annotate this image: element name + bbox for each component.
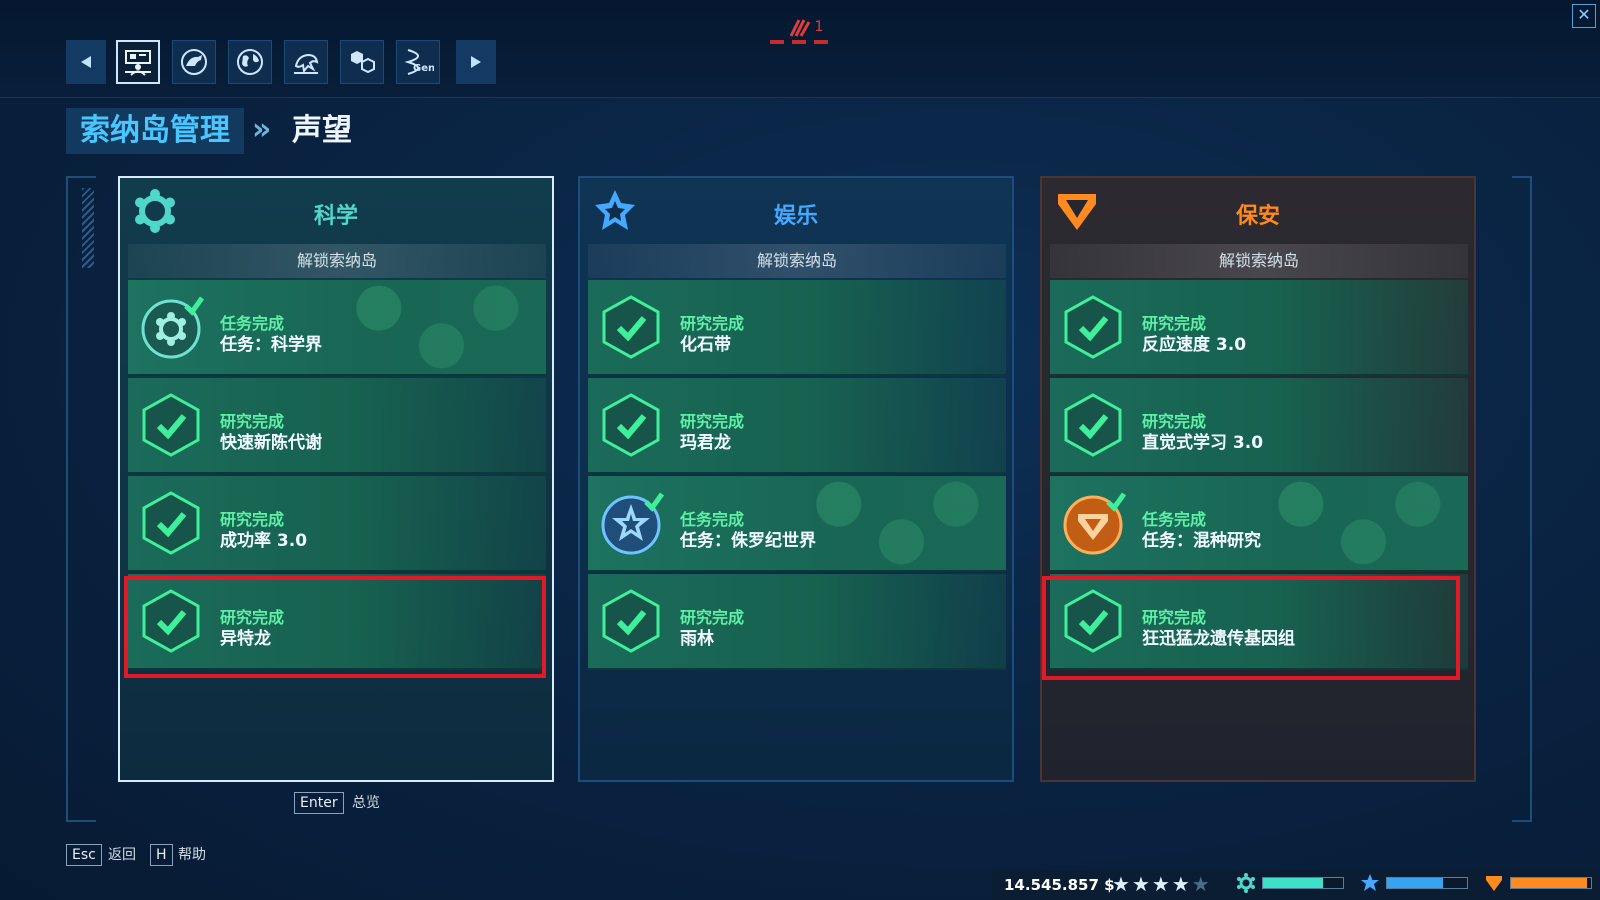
management-console-icon <box>125 50 151 76</box>
help-label[interactable]: 帮助 <box>178 844 206 866</box>
science-column[interactable]: 科学 解锁索纳岛 任务完成 任务：科学界 研究完成 快速新陈代谢 研究完成 成功… <box>118 176 554 782</box>
park-management-tab[interactable] <box>116 40 160 84</box>
entertainment-item-2[interactable]: 研究完成 玛君龙 <box>588 378 1006 474</box>
security-header: 保安 <box>1042 178 1474 244</box>
science-subtitle: 解锁索纳岛 <box>128 244 546 278</box>
entertainment-meter-icon <box>1361 874 1379 891</box>
science-item-1[interactable]: 任务完成 任务：科学界 <box>128 280 546 376</box>
item-name: 直觉式学习 3.0 <box>1142 433 1264 453</box>
next-tab-button[interactable] <box>456 40 496 84</box>
research-tab[interactable] <box>340 40 384 84</box>
item-name: 快速新陈代谢 <box>220 433 322 453</box>
right-frame <box>1512 176 1532 822</box>
science-meter-fill <box>1263 878 1323 888</box>
check-hexagon-icon <box>1064 295 1122 359</box>
security-mission-badge-icon <box>1063 492 1126 555</box>
dinosaur-tab[interactable] <box>172 40 216 84</box>
security-meter-fill <box>1511 878 1587 888</box>
entertainment-mission-badge-icon <box>601 492 664 555</box>
item-name: 任务：混种研究 <box>1142 531 1261 551</box>
security-meter <box>1510 877 1592 889</box>
check-hexagon-icon <box>602 295 660 359</box>
entertainment-item-3[interactable]: 任务完成 任务：侏罗纪世界 <box>588 476 1006 572</box>
item-name: 成功率 3.0 <box>220 531 308 551</box>
security-item-1[interactable]: 研究完成 反应速度 3.0 <box>1050 280 1468 376</box>
dinosaur-globe-icon <box>181 49 207 75</box>
entertainment-header: 娱乐 <box>580 178 1012 244</box>
park-rating: ★ ★ ★ ★ ★ <box>1112 872 1210 896</box>
security-item-3[interactable]: 任务完成 任务：混种研究 <box>1050 476 1468 572</box>
science-meter <box>1262 877 1344 889</box>
check-hexagon-icon <box>1064 393 1122 457</box>
globe-icon <box>237 49 263 75</box>
entertainment-subtitle: 解锁索纳岛 <box>588 244 1006 278</box>
entertainment-title: 娱乐 <box>773 204 818 229</box>
check-hexagon-icon <box>142 393 200 457</box>
science-meter-icon <box>1237 873 1255 893</box>
genome-tab[interactable]: Gen <box>396 40 440 84</box>
alert-underline <box>770 40 836 44</box>
breadcrumb-parent[interactable]: 索纳岛管理 <box>66 108 244 154</box>
science-header: 科学 <box>120 178 552 244</box>
item-name: 反应速度 3.0 <box>1142 335 1247 355</box>
breadcrumb-separator-icon: » <box>252 112 272 147</box>
science-title: 科学 <box>313 204 358 229</box>
security-column[interactable]: 保安 解锁索纳岛 研究完成 反应速度 3.0 研究完成 直觉式学习 3.0 任务… <box>1040 176 1476 782</box>
science-item-4[interactable]: 研究完成 异特龙 <box>128 574 546 670</box>
item-name: 任务：侏罗纪世界 <box>680 531 816 551</box>
help-key[interactable]: H <box>150 844 173 866</box>
money-display: 14.545.857 $ <box>1004 876 1115 894</box>
overview-label[interactable]: 总览 <box>352 792 380 814</box>
security-item-4[interactable]: 研究完成 狂迅猛龙遗传基因组 <box>1050 574 1468 670</box>
hexagons-icon <box>351 51 375 74</box>
esc-key[interactable]: Esc <box>66 844 102 866</box>
triangle-left-icon <box>81 56 91 68</box>
item-name: 雨林 <box>680 629 714 649</box>
entertainment-meter <box>1386 877 1468 889</box>
left-frame <box>66 176 96 822</box>
back-label[interactable]: 返回 <box>108 844 136 866</box>
check-hexagon-icon <box>142 589 200 653</box>
check-hexagon-icon <box>142 491 200 555</box>
close-icon: ✕ <box>1577 5 1591 24</box>
check-hexagon-icon <box>602 589 660 653</box>
page-title: 声望 <box>292 113 352 148</box>
triangle-right-icon <box>471 56 481 68</box>
fossil-tab[interactable] <box>284 40 328 84</box>
item-name: 狂迅猛龙遗传基因组 <box>1142 629 1295 649</box>
rating-star-icon: ★ <box>1171 872 1190 896</box>
alert-count: 1 <box>814 19 824 35</box>
claw-alert-icon <box>789 19 810 37</box>
security-title: 保安 <box>1235 204 1280 229</box>
science-item-3[interactable]: 研究完成 成功率 3.0 <box>128 476 546 572</box>
fossil-icon <box>294 53 319 74</box>
genome-icon: Gen <box>404 49 434 75</box>
item-name: 异特龙 <box>220 629 271 649</box>
entertainment-item-1[interactable]: 研究完成 化石带 <box>588 280 1006 376</box>
check-hexagon-icon <box>602 393 660 457</box>
svg-text:Gen: Gen <box>413 63 434 74</box>
world-tab[interactable] <box>228 40 272 84</box>
previous-tab-button[interactable] <box>66 40 106 84</box>
entertainment-meter-fill <box>1387 878 1443 888</box>
rating-star-icon: ★ <box>1151 872 1170 896</box>
science-item-2[interactable]: 研究完成 快速新陈代谢 <box>128 378 546 474</box>
rating-star-icon: ★ <box>1112 872 1130 896</box>
entertainment-item-4[interactable]: 研究完成 雨林 <box>588 574 1006 670</box>
security-item-2[interactable]: 研究完成 直觉式学习 3.0 <box>1050 378 1468 474</box>
check-hexagon-icon <box>1064 589 1122 653</box>
science-mission-badge-icon <box>141 296 204 359</box>
rating-star-icon: ★ <box>1191 872 1210 896</box>
enter-key[interactable]: Enter <box>294 792 344 814</box>
security-subtitle: 解锁索纳岛 <box>1050 244 1468 278</box>
close-button[interactable]: ✕ <box>1572 4 1596 28</box>
item-name: 化石带 <box>680 335 731 355</box>
item-name: 玛君龙 <box>680 433 731 453</box>
security-meter-icon <box>1486 876 1502 891</box>
item-name: 任务：科学界 <box>220 335 322 355</box>
rating-star-icon: ★ <box>1131 872 1150 896</box>
entertainment-column[interactable]: 娱乐 解锁索纳岛 研究完成 化石带 研究完成 玛君龙 任务完成 任务：侏罗纪世界 <box>578 176 1014 782</box>
